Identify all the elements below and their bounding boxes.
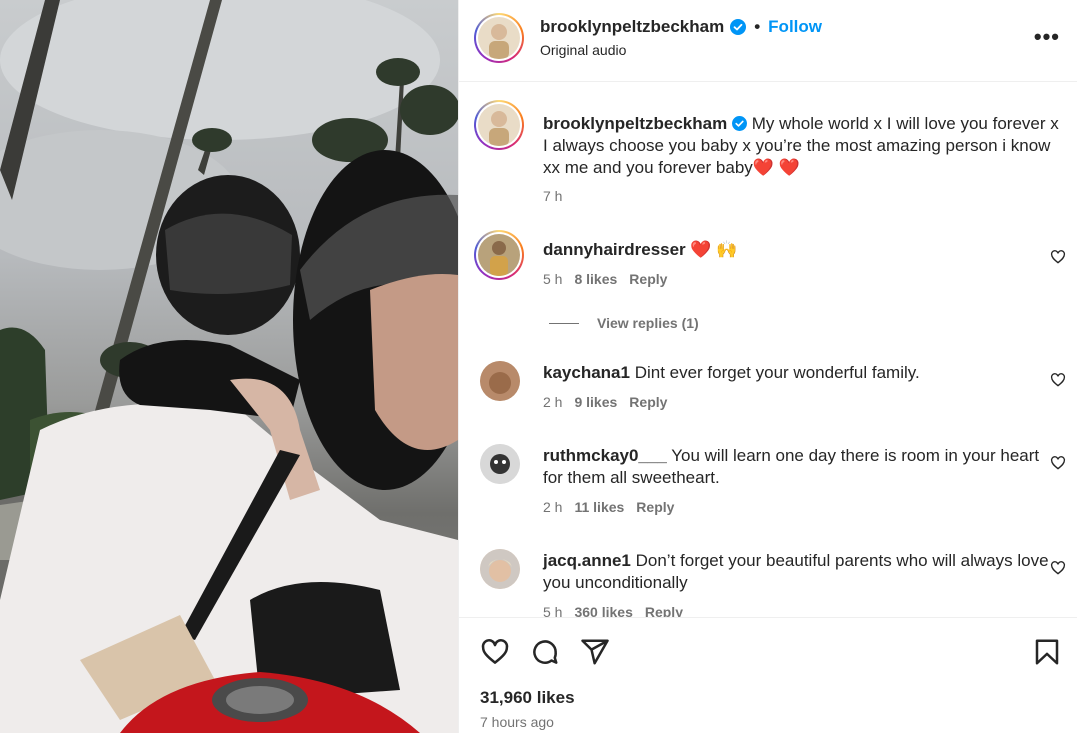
separator-dot: • (754, 17, 761, 36)
caption-username[interactable]: brooklynpeltzbeckham (543, 114, 727, 133)
comment-text: ❤️ 🙌 (690, 240, 738, 259)
share-icon[interactable] (580, 637, 610, 667)
comment-likes[interactable]: 11 likes (574, 499, 624, 515)
audio-link[interactable]: Original audio (540, 42, 626, 58)
commenter-avatar[interactable] (480, 444, 520, 484)
comment-time: 5 h (543, 271, 563, 287)
replies-line (549, 322, 579, 324)
more-options-icon[interactable]: ••• (1034, 24, 1060, 50)
reply-button[interactable]: Reply (645, 604, 683, 617)
like-comment-heart-icon[interactable] (1050, 249, 1066, 265)
reply-button[interactable]: Reply (629, 271, 667, 287)
comment-time: 2 h (543, 394, 563, 410)
comment-time: 2 h (543, 499, 563, 515)
verified-badge-icon (730, 19, 747, 35)
post-likes-count[interactable]: 31,960 likes (480, 688, 575, 708)
author-avatar[interactable] (474, 13, 524, 63)
post-header: brooklynpeltzbeckham • Follow Original a… (459, 0, 1077, 82)
heart-icon[interactable] (480, 637, 510, 667)
commenter-avatar[interactable] (480, 361, 520, 401)
comment-likes[interactable]: 360 likes (574, 604, 632, 617)
post-timestamp: 7 hours ago (480, 714, 554, 730)
post-photo (0, 0, 458, 733)
verified-badge-icon (731, 116, 747, 131)
reply-button[interactable]: Reply (629, 394, 667, 410)
comment-username[interactable]: kaychana1 (543, 363, 630, 382)
post-sidebar: brooklynpeltzbeckham • Follow Original a… (458, 0, 1077, 733)
comment-icon[interactable] (530, 637, 560, 667)
caption-time: 7 h (543, 188, 563, 204)
commenter-avatar[interactable] (480, 549, 520, 589)
commenter-avatar[interactable] (474, 230, 524, 280)
comment-text: Dint ever forget your wonderful family. (634, 363, 920, 382)
follow-button[interactable]: Follow (768, 17, 822, 37)
author-username[interactable]: brooklynpeltzbeckham (540, 17, 724, 37)
comment-likes[interactable]: 8 likes (574, 271, 617, 287)
like-comment-heart-icon[interactable] (1050, 455, 1066, 471)
like-comment-heart-icon[interactable] (1050, 372, 1066, 388)
comment-username[interactable]: dannyhairdresser (543, 240, 686, 259)
caption-avatar[interactable] (474, 100, 524, 150)
bookmark-icon[interactable] (1032, 637, 1062, 667)
like-comment-heart-icon[interactable] (1050, 560, 1066, 576)
comment-username[interactable]: jacq.anne1 (543, 551, 631, 570)
view-replies-button[interactable]: View replies (1) (549, 315, 699, 331)
post-actions: 31,960 likes 7 hours ago (459, 617, 1077, 733)
comment-time: 5 h (543, 604, 563, 617)
comment-likes[interactable]: 9 likes (574, 394, 617, 410)
reply-button[interactable]: Reply (636, 499, 674, 515)
view-replies-label: View replies (1) (597, 315, 699, 331)
comments-list[interactable]: brooklynpeltzbeckham My whole world x I … (459, 83, 1077, 617)
post-media[interactable] (0, 0, 458, 733)
comment-username[interactable]: ruthmckay0___ (543, 446, 667, 465)
